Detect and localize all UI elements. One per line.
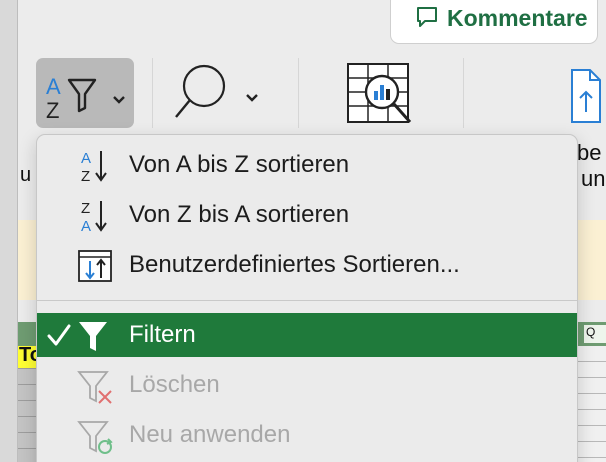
sort-filter-menu: A Z Von A bis Z sortieren Z A Von Z bis … [36, 134, 578, 462]
window-left-edge [0, 0, 18, 462]
toolbar-separator [152, 58, 153, 128]
menu-item-reapply-filter[interactable]: Neu anwenden [37, 413, 577, 457]
search-button[interactable] [170, 62, 266, 128]
ribbon-label-fragment: u [20, 164, 32, 186]
svg-text:Z: Z [46, 98, 59, 123]
svg-text:A: A [81, 150, 91, 167]
menu-item-custom-sort[interactable]: Benutzerdefiniertes Sortieren... [37, 243, 577, 287]
menu-item-label: Neu anwenden [129, 421, 291, 448]
menu-item-filter[interactable]: Filtern [37, 313, 577, 357]
sheet-cell-q: Q [584, 325, 606, 343]
sort-z-to-a-icon: Z A [81, 200, 107, 235]
menu-separator [37, 300, 577, 301]
analyze-data-button[interactable] [342, 60, 424, 130]
svg-text:Z: Z [81, 168, 90, 185]
menu-item-clear-filter[interactable]: Löschen [37, 363, 577, 407]
svg-text:A: A [81, 218, 91, 235]
sort-filter-button[interactable]: A Z [36, 58, 134, 128]
menu-item-sort-z-a[interactable]: Z A Von Z bis A sortieren [37, 193, 577, 237]
ribbon-label-fragment: un [581, 166, 606, 191]
sort-a-to-z-icon: A Z [81, 150, 107, 185]
share-icon [571, 69, 601, 123]
filter-icon [79, 322, 107, 351]
comments-button-label: Kommentare [447, 5, 588, 31]
toolbar-separator [298, 58, 299, 128]
custom-sort-icon [78, 250, 112, 282]
toolbar-separator [463, 58, 464, 128]
menu-item-label: Filtern [129, 321, 196, 348]
share-button[interactable] [556, 66, 606, 126]
svg-text:A: A [46, 74, 61, 99]
analyze-data-icon [347, 63, 412, 123]
ribbon-label-fragment: be F [577, 140, 606, 165]
comments-button[interactable]: Kommentare [390, 0, 598, 44]
search-icon [175, 64, 258, 118]
sort-filter-icon: A Z [46, 74, 125, 123]
menu-item-label: Von Z bis A sortieren [129, 201, 350, 228]
menu-item-label: Von A bis Z sortieren [129, 151, 350, 178]
reapply-filter-icon [77, 421, 113, 454]
menu-item-label: Löschen [129, 371, 220, 398]
clear-filter-icon [77, 371, 112, 404]
sheet-right-cells [578, 346, 606, 462]
checkmark-icon [47, 324, 71, 346]
menu-item-sort-a-z[interactable]: A Z Von A bis Z sortieren [37, 143, 577, 187]
svg-text:Z: Z [81, 200, 90, 217]
comment-icon [417, 7, 437, 27]
menu-item-label: Benutzerdefiniertes Sortieren... [129, 251, 460, 278]
